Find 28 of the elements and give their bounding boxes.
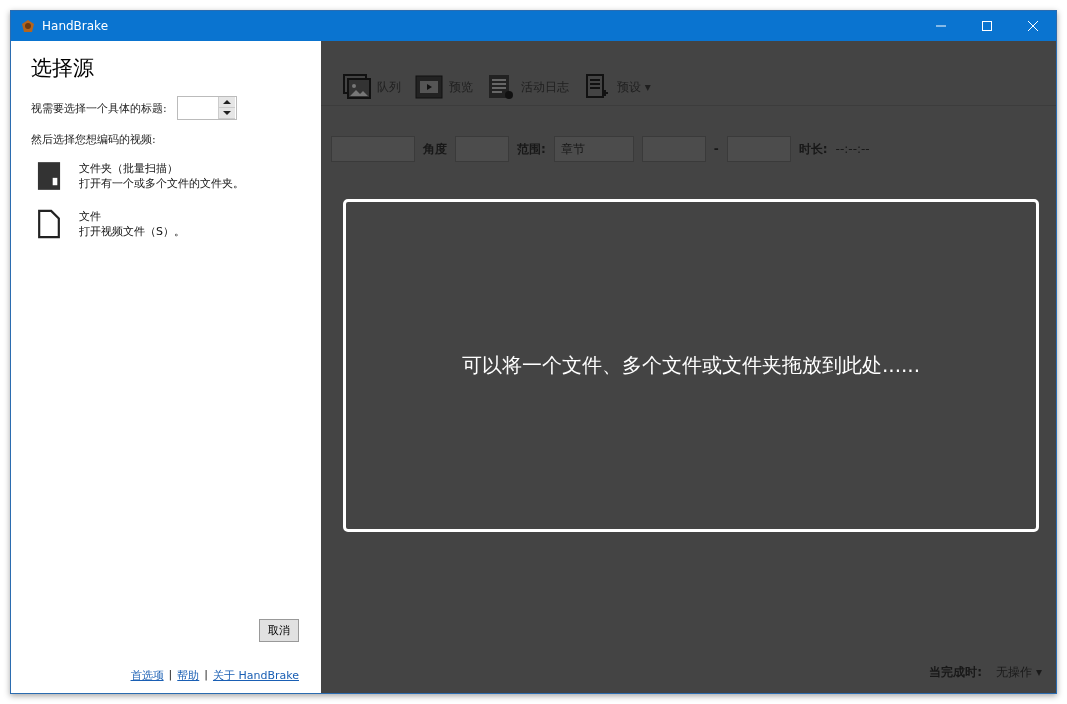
- close-icon[interactable]: [1028, 21, 1038, 31]
- log-icon: [487, 74, 515, 100]
- photos-icon: [343, 74, 371, 100]
- folder-icon: [37, 161, 61, 191]
- drop-zone[interactable]: 可以将一个文件、多个文件或文件夹拖放到此处......: [343, 199, 1039, 532]
- duration-value: --:--:--: [835, 142, 870, 156]
- file-option[interactable]: 文件 打开视频文件（S）。: [37, 209, 311, 239]
- title-prompt: 视需要选择一个具体的标题:: [31, 100, 167, 116]
- maximize-icon[interactable]: [982, 21, 992, 31]
- link-separator: |: [204, 668, 208, 683]
- title-spinner[interactable]: [176, 96, 237, 120]
- document-icon: [583, 74, 611, 100]
- cancel-button[interactable]: 取消: [259, 619, 299, 642]
- panel-title: 选择源: [31, 55, 95, 82]
- video-prompt: 然后选择您想编码的视频:: [31, 132, 157, 147]
- option-text: 文件 打开视频文件（S）。: [79, 209, 185, 239]
- footer-link[interactable]: 首选项: [130, 668, 164, 683]
- range-dash: -: [713, 142, 719, 156]
- film-icon: [415, 74, 443, 100]
- drop-message: 可以将一个文件、多个文件或文件夹拖放到此处......: [461, 352, 921, 379]
- footer-link[interactable]: 帮助: [177, 668, 200, 683]
- window-title: HandBrake: [42, 19, 110, 33]
- link-separator: |: [168, 668, 173, 683]
- folder-option[interactable]: 文件夹（批量扫描） 打开有一个或多个文件的文件夹。: [37, 161, 311, 191]
- footer-link[interactable]: 关于 HandBrake: [212, 668, 299, 683]
- file-icon: [37, 209, 61, 239]
- app-icon: [20, 18, 36, 34]
- option-text: 文件夹（批量扫描） 打开有一个或多个文件的文件夹。: [79, 161, 244, 191]
